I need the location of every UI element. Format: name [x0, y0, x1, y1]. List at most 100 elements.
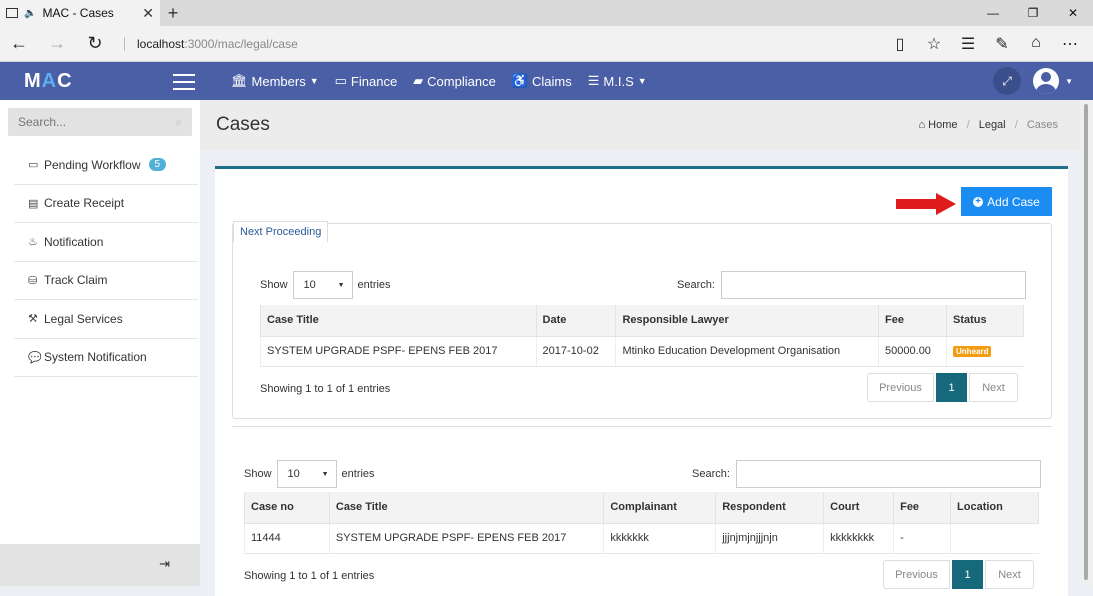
column-header[interactable]: Case Title [328, 492, 605, 524]
add-case-button[interactable]: + Add Case [961, 187, 1052, 216]
app-header: MAC 🏛 Members ▼ ▭ Finance ▰ Compliance ♿… [0, 62, 1093, 100]
entries-label: entries [341, 468, 375, 480]
menu-members-label: Members [251, 73, 306, 89]
menu-members[interactable]: 🏛 Members ▼ [231, 73, 319, 89]
column-header[interactable]: Case Title [260, 305, 537, 337]
entries-select[interactable]: 10 ▼ [276, 460, 337, 488]
page-1-button[interactable]: 1 [952, 560, 983, 589]
sidebar-item-notification[interactable]: ♨ Notification [14, 223, 198, 262]
entries-select[interactable]: 10 ▼ [292, 271, 353, 299]
column-header[interactable]: Respondent [715, 492, 825, 524]
chevron-down-icon: ▼ [321, 470, 329, 478]
sidebar: ⌕ ▭ Pending Workflow 5 ▤ Create Receipt … [0, 100, 200, 586]
sidebar-item-label: Legal Services [44, 311, 123, 326]
sidebar-search: ⌕ [8, 108, 192, 136]
red-arrow-icon [896, 193, 956, 215]
cell-date: 2017-10-02 [535, 336, 616, 367]
menu-compliance[interactable]: ▰ Compliance [413, 73, 496, 89]
tab-title: MAC - Cases [42, 6, 114, 20]
next-proceeding-panel: Next Proceeding Show 10 ▼ entries Search… [232, 221, 1052, 419]
tab-next-proceeding[interactable]: Next Proceeding [233, 221, 329, 242]
entries-control: Show 10 ▼ entries [260, 271, 391, 299]
track-icon: ⛁ [28, 274, 38, 287]
cases-entries-control: Show 10 ▼ entries [244, 460, 375, 488]
column-header[interactable]: Court [823, 492, 895, 524]
search-input[interactable] [735, 460, 1041, 488]
cell-court: kkkkkkkk [823, 523, 894, 554]
close-window-button[interactable]: ✕ [1053, 6, 1093, 20]
cell-lawyer: Mtinko Education Development Organisatio… [615, 336, 879, 367]
breadcrumb-legal[interactable]: Legal [979, 119, 1006, 131]
page-scrollbar[interactable] [1080, 100, 1093, 586]
cases-table: Case no Case Title Complainant Responden… [244, 492, 1039, 554]
sidebar-item-create-receipt[interactable]: ▤ Create Receipt [14, 185, 198, 223]
browser-tab-bar: 🔈 MAC - Cases ✕ + — ❐ ✕ [0, 0, 1093, 26]
table-search: Search: [677, 271, 1026, 299]
table-row[interactable]: SYSTEM UPGRADE PSPF- EPENS FEB 2017 2017… [260, 336, 1024, 367]
logo-letter-m: M [24, 69, 42, 92]
scrollbar-thumb[interactable] [1084, 104, 1088, 580]
close-tab-icon[interactable]: ✕ [142, 5, 154, 22]
speaker-icon[interactable]: 🔈 [24, 8, 36, 19]
pagination: Previous 1 Next [867, 373, 1018, 402]
sidebar-item-pending-workflow[interactable]: ▭ Pending Workflow 5 [14, 146, 198, 185]
table-header-row: Case Title Date Responsible Lawyer Fee S… [260, 305, 1024, 337]
hub-icon[interactable]: ☰ [951, 34, 985, 54]
sidebar-item-label: System Notification [44, 350, 147, 365]
app-logo[interactable]: MAC [0, 70, 200, 93]
cases-table-info: Showing 1 to 1 of 1 entries [244, 570, 375, 582]
entries-value: 10 [303, 279, 316, 291]
logout-icon[interactable]: ⇥ [159, 556, 170, 572]
chevron-down-icon: ▼ [637, 76, 647, 86]
cell-location [950, 523, 1039, 554]
menu-mis[interactable]: ☰ M.I.S ▼ [588, 73, 647, 89]
breadcrumb-cases: Cases [1026, 119, 1058, 131]
column-header[interactable]: Location [950, 492, 1039, 524]
refresh-icon[interactable]: ↻ [76, 33, 114, 54]
reading-view-icon[interactable]: ▯ [883, 34, 917, 54]
column-header[interactable]: Fee [893, 492, 952, 524]
search-input[interactable] [720, 271, 1026, 299]
hamburger-menu-icon[interactable] [173, 74, 195, 95]
cell-case-no: 11444 [244, 523, 330, 554]
more-icon[interactable]: ⋯ [1053, 34, 1087, 54]
sidebar-item-system-notification[interactable]: 💬 System Notification [14, 339, 198, 377]
next-button[interactable]: Next [985, 560, 1034, 589]
url-field[interactable]: localhost:3000/mac/legal/case [124, 36, 883, 51]
user-menu[interactable]: ▼ [1033, 68, 1073, 94]
sidebar-search-input[interactable] [18, 115, 176, 129]
table-info: Showing 1 to 1 of 1 entries [260, 383, 391, 395]
column-header[interactable]: Complainant [603, 492, 717, 524]
minimize-button[interactable]: — [973, 6, 1013, 20]
show-label: Show [260, 279, 288, 291]
cell-respondent: jjjnjmjnjjjnjn [715, 523, 824, 554]
previous-button[interactable]: Previous [883, 560, 950, 589]
menu-claims[interactable]: ♿ Claims [512, 73, 572, 89]
next-button[interactable]: Next [969, 373, 1018, 402]
column-header[interactable]: Case no [244, 492, 330, 524]
sidebar-item-legal-services[interactable]: ⚒ Legal Services [14, 300, 198, 339]
menu-finance[interactable]: ▭ Finance [335, 73, 398, 89]
sidebar-item-track-claim[interactable]: ⛁ Track Claim [14, 262, 198, 300]
fullscreen-icon[interactable]: ⤢ [993, 67, 1022, 95]
table-row[interactable]: 11444 SYSTEM UPGRADE PSPF- EPENS FEB 201… [244, 523, 1039, 554]
column-header[interactable]: Responsible Lawyer [615, 305, 880, 337]
web-note-icon[interactable]: ✎ [985, 34, 1019, 54]
previous-button[interactable]: Previous [867, 373, 934, 402]
favorite-star-icon[interactable]: ☆ [917, 34, 951, 54]
sidebar-footer: ⇥ [0, 544, 200, 586]
back-icon[interactable]: ← [0, 33, 38, 54]
page-1-button[interactable]: 1 [936, 373, 967, 402]
share-icon[interactable]: ⌂ [1019, 34, 1053, 54]
logo-letter-c: C [57, 69, 73, 92]
search-icon[interactable]: ⌕ [175, 115, 182, 130]
restore-button[interactable]: ❐ [1013, 6, 1053, 20]
forward-icon[interactable]: → [38, 33, 76, 54]
column-header[interactable]: Status [946, 305, 1024, 337]
column-header[interactable]: Date [535, 305, 617, 337]
browser-tab[interactable]: 🔈 MAC - Cases ✕ [0, 0, 160, 26]
main-content: Cases ⌂ Home / Legal / Cases + Add Case … [200, 100, 1080, 596]
breadcrumb-home[interactable]: Home [928, 119, 957, 131]
new-tab-button[interactable]: + [160, 3, 186, 24]
column-header[interactable]: Fee [878, 305, 948, 337]
